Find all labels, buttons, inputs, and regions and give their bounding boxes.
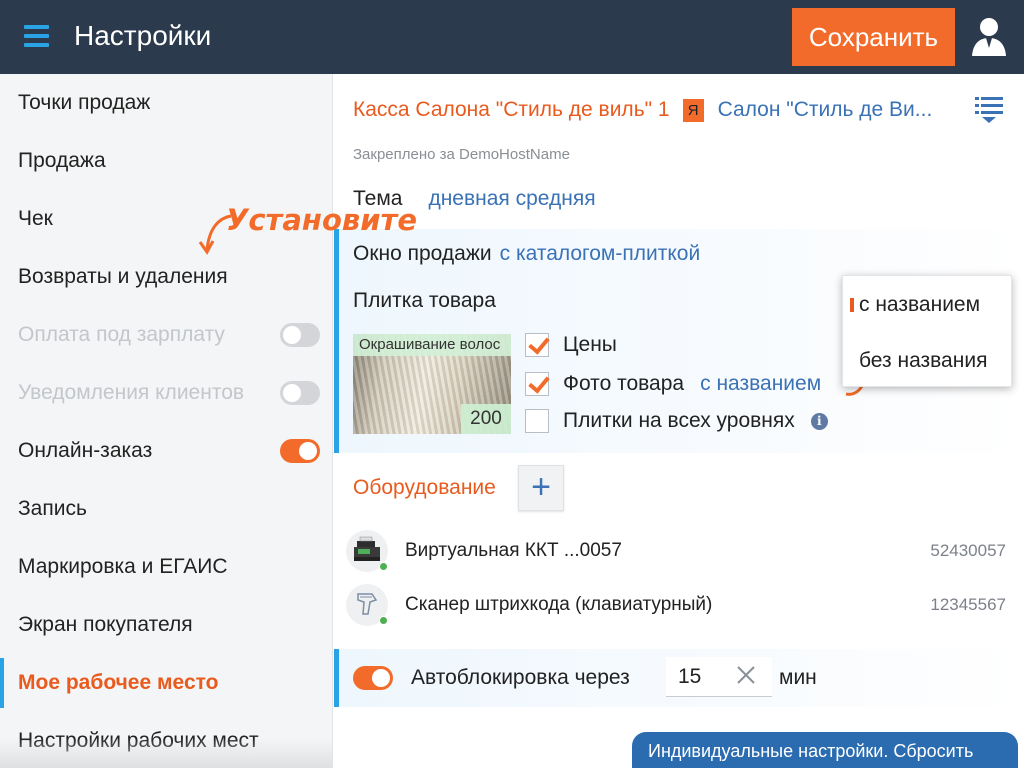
cash-register-name[interactable]: Касса Салона "Стиль де виль" 1: [353, 98, 670, 122]
sidebar-item-my-workplace[interactable]: Мое рабочее место: [0, 654, 332, 712]
option-photo[interactable]: Фото товара с названием: [525, 372, 821, 396]
sidebar-item-label: Точки продаж: [18, 91, 151, 114]
option-prices[interactable]: Цены: [525, 333, 617, 357]
autolock-section: Автоблокировка через мин: [334, 649, 1024, 707]
salary-payment-toggle[interactable]: [280, 323, 320, 347]
sidebar-item-label: Чек: [18, 207, 53, 230]
top-bar: Настройки Сохранить: [0, 0, 1024, 74]
salon-link[interactable]: Салон "Стиль де Ви...: [718, 98, 933, 122]
info-icon[interactable]: i: [810, 412, 828, 430]
sidebar-item-marking[interactable]: Маркировка и ЕГАИС: [0, 538, 332, 596]
sidebar-item-booking[interactable]: Запись: [0, 480, 332, 538]
list-dropdown-icon[interactable]: [975, 96, 1003, 124]
sale-window-label: Окно продажи: [353, 242, 492, 265]
autolock-toggle[interactable]: [353, 666, 393, 690]
device-row[interactable]: Виртуальная ККТ ...0057 52430057: [334, 524, 1024, 578]
sidebar-item-label: Продажа: [18, 149, 106, 172]
sidebar-item-sale[interactable]: Продажа: [0, 132, 332, 190]
current-user-badge: Я: [682, 98, 704, 122]
user-icon[interactable]: [970, 16, 1008, 56]
device-name: Виртуальная ККТ ...0057: [405, 540, 622, 561]
photo-mode-select[interactable]: с названием: [700, 372, 821, 396]
sidebar-item-label: Экран покупателя: [18, 613, 193, 636]
autolock-unit: мин: [779, 666, 817, 689]
equipment-title: Оборудование: [353, 476, 496, 499]
save-button[interactable]: Сохранить: [792, 8, 955, 66]
theme-select[interactable]: дневная средняя: [428, 187, 595, 211]
photo-checkbox[interactable]: [525, 372, 549, 396]
sidebar-item-label: Настройки рабочих мест: [18, 729, 259, 752]
sidebar-item-online-order[interactable]: Онлайн-заказ: [0, 422, 332, 480]
sidebar-item-client-notifications[interactable]: Уведомления клиентов: [0, 364, 332, 422]
sidebar-item-label: Онлайн-заказ: [18, 439, 153, 462]
device-serial: 12345567: [930, 595, 1006, 614]
printer-icon: [346, 530, 388, 572]
sidebar-item-label: Возвраты и удаления: [18, 265, 228, 288]
sidebar: Точки продаж Продажа Чек Возвраты и удал…: [0, 74, 333, 768]
device-status-dot: [379, 562, 388, 571]
device-serial: 52430057: [930, 541, 1006, 560]
sidebar-item-label: Оплата под зарплату: [18, 323, 225, 346]
all-levels-label: Плитки на всех уровнях: [563, 409, 795, 432]
sale-window-select[interactable]: с каталогом-плиткой: [500, 242, 701, 266]
option-all-levels[interactable]: Плитки на всех уровнях i: [525, 409, 828, 433]
page-title: Настройки: [74, 20, 212, 51]
scanner-icon: [346, 584, 388, 626]
sidebar-item-salary-payment[interactable]: Оплата под зарплату: [0, 306, 332, 364]
prices-checkbox[interactable]: [525, 333, 549, 357]
sidebar-item-label: Уведомления клиентов: [18, 381, 245, 404]
hint-text: Установите: [226, 203, 418, 237]
menu-icon[interactable]: [24, 25, 49, 47]
prices-label: Цены: [563, 333, 617, 356]
popup-option-without-name[interactable]: без названия: [843, 334, 1013, 388]
device-name: Сканер штрихкода (клавиатурный): [405, 594, 713, 615]
clear-icon[interactable]: [735, 664, 757, 686]
tile-preview-title: Окрашивание волос: [353, 334, 511, 356]
client-notifications-toggle[interactable]: [280, 381, 320, 405]
sidebar-item-returns[interactable]: Возвраты и удаления: [0, 248, 332, 306]
photo-mode-popup: с названием без названия: [842, 275, 1012, 387]
photo-label: Фото товара: [563, 372, 685, 395]
main-panel: Касса Салона "Стиль де виль" 1 Я Салон "…: [334, 74, 1024, 768]
sidebar-item-sale-points[interactable]: Точки продаж: [0, 74, 332, 132]
tile-label: Плитка товара: [353, 289, 496, 312]
sidebar-item-customer-screen[interactable]: Экран покупателя: [0, 596, 332, 654]
tile-preview: Окрашивание волос 200: [353, 334, 511, 434]
tile-preview-price: 200: [461, 404, 511, 434]
all-levels-checkbox[interactable]: [525, 409, 549, 433]
sidebar-item-label: Запись: [18, 497, 87, 520]
cash-register-line: Касса Салона "Стиль де виль" 1 Я Салон "…: [353, 98, 932, 122]
device-status-dot: [379, 616, 388, 625]
hint-arrow-icon: [198, 214, 232, 255]
autolock-label: Автоблокировка через: [411, 666, 630, 689]
popup-option-with-name[interactable]: с названием: [843, 278, 1013, 332]
sidebar-item-label: Маркировка и ЕГАИС: [18, 555, 228, 578]
sidebar-item-label: Мое рабочее место: [18, 671, 219, 694]
add-equipment-button[interactable]: +: [518, 465, 564, 511]
sidebar-item-workplace-settings[interactable]: Настройки рабочих мест: [0, 712, 332, 768]
reset-individual-settings-button[interactable]: Индивидуальные настройки. Сбросить: [632, 732, 1018, 768]
device-row[interactable]: Сканер штрихкода (клавиатурный) 12345567: [334, 578, 1024, 632]
sale-window-row: Окно продажи с каталогом-плиткой: [353, 242, 700, 266]
online-order-toggle[interactable]: [280, 439, 320, 463]
pinned-host: Закреплено за DemoHostName: [353, 146, 570, 163]
